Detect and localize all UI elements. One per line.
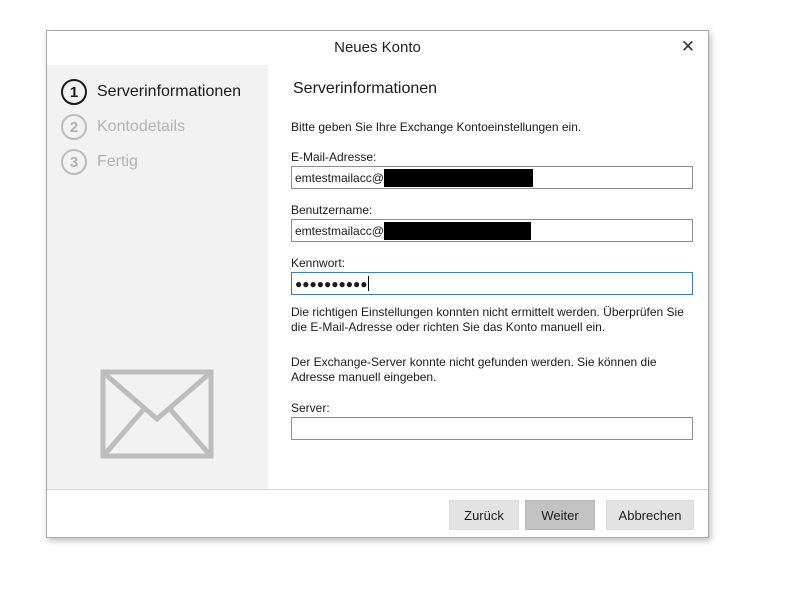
server-label: Server: <box>291 401 330 415</box>
step-kontodetails: 2 Kontodetails <box>61 112 185 142</box>
wizard-sidebar: 1 Serverinformationen 2 Kontodetails 3 F… <box>47 65 268 491</box>
email-value: emtestmailacc@ <box>295 170 384 185</box>
error-message: Die richtigen Einstellungen konnten nich… <box>291 305 684 334</box>
mail-envelope-icon <box>100 369 214 459</box>
step-number-circle: 3 <box>61 149 87 175</box>
intro-text: Bitte geben Sie Ihre Exchange Kontoeinst… <box>291 120 582 134</box>
username-field[interactable]: emtestmailacc@ <box>291 219 693 242</box>
step-number-circle: 2 <box>61 114 87 140</box>
main-content: Serverinformationen Bitte geben Sie Ihre… <box>268 65 708 491</box>
window-title: Neues Konto <box>334 39 421 56</box>
next-button[interactable]: Weiter <box>525 500 595 530</box>
redacted-block <box>383 168 533 187</box>
new-account-dialog: Neues Konto ✕ 1 Serverinformationen 2 Ko… <box>46 30 709 538</box>
email-label: E-Mail-Adresse: <box>291 150 377 164</box>
step-label: Kontodetails <box>97 118 186 135</box>
email-field[interactable]: emtestmailacc@ <box>291 166 693 189</box>
username-value: emtestmailacc@ <box>295 223 384 238</box>
step-fertig: 3 Fertig <box>61 147 138 177</box>
redacted-block <box>383 221 531 240</box>
step-number-circle: 1 <box>61 79 87 105</box>
password-field[interactable]: ●●●●●●●●●● <box>291 272 693 295</box>
close-icon[interactable]: ✕ <box>676 35 700 59</box>
password-masked-value: ●●●●●●●●●● <box>295 276 368 291</box>
server-not-found-message: Der Exchange-Server konnte nicht gefunde… <box>291 355 657 384</box>
server-field[interactable] <box>291 417 693 440</box>
step-label: Fertig <box>97 153 138 170</box>
back-button[interactable]: Zurück <box>449 500 519 530</box>
step-label: Serverinformationen <box>97 83 242 100</box>
cancel-button[interactable]: Abbrechen <box>606 500 694 530</box>
username-label: Benutzername: <box>291 203 373 217</box>
title-bar: Neues Konto ✕ <box>47 31 708 65</box>
text-caret <box>368 276 370 291</box>
step-serverinformationen: 1 Serverinformationen <box>61 77 241 107</box>
password-label: Kennwort: <box>291 256 346 270</box>
page-title: Serverinformationen <box>293 80 438 97</box>
dialog-footer: Zurück Weiter Abbrechen <box>47 489 708 537</box>
